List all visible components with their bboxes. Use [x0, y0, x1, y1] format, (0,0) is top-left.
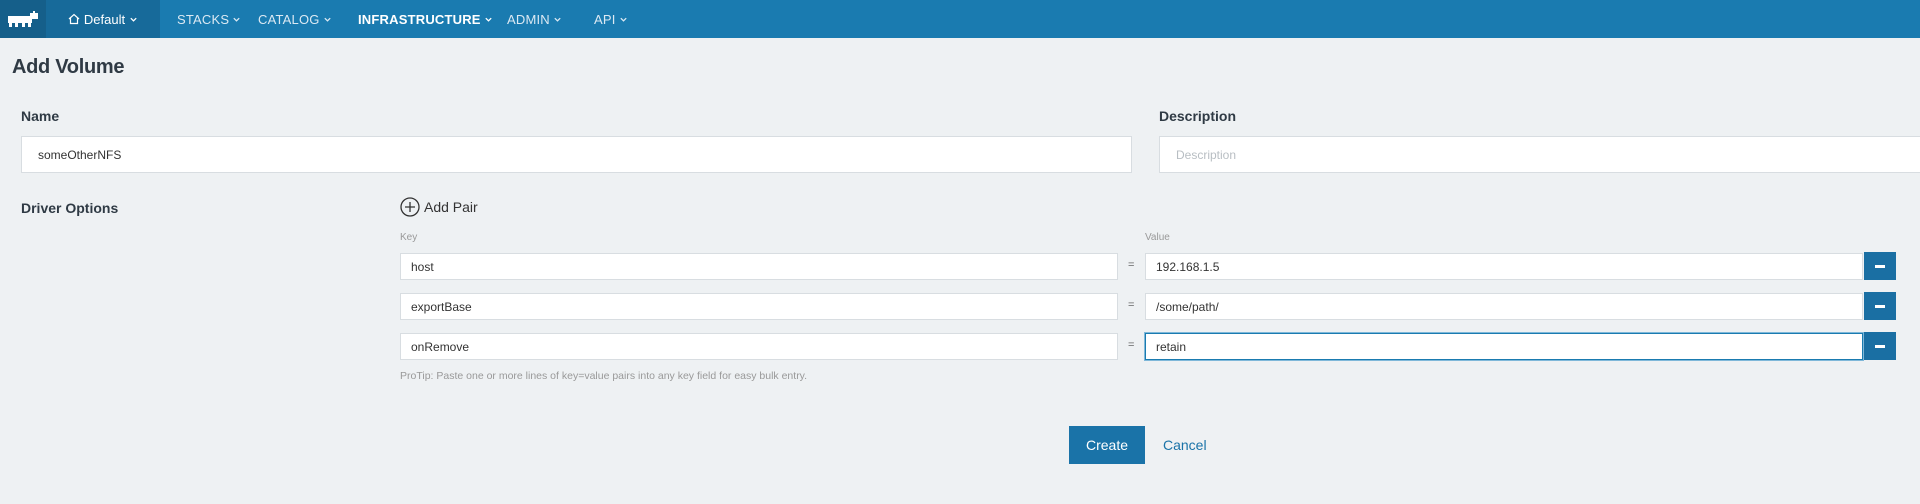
- minus-icon: [1875, 304, 1885, 308]
- equals-separator: =: [1128, 299, 1135, 311]
- page-title: Add Volume: [12, 56, 125, 78]
- nav-admin-label: ADMIN: [507, 11, 550, 27]
- add-pair-label: Add Pair: [424, 199, 478, 215]
- add-pair-button[interactable]: Add Pair: [400, 197, 478, 217]
- value-column-header: Value: [1145, 232, 1170, 243]
- rancher-logo[interactable]: [0, 0, 46, 38]
- key-input[interactable]: onRemove: [400, 333, 1118, 360]
- home-icon: [68, 13, 80, 25]
- nav-catalog-label: CATALOG: [258, 11, 320, 27]
- key-input[interactable]: host: [400, 253, 1118, 280]
- driver-options-label: Driver Options: [21, 200, 119, 216]
- nav-api-label: API: [594, 11, 616, 27]
- top-nav: Default STACKS CATALOG INFRASTRUCTURE AD…: [0, 0, 1920, 38]
- equals-separator: =: [1128, 339, 1135, 351]
- protip-text: ProTip: Paste one or more lines of key=v…: [400, 370, 808, 382]
- create-button[interactable]: Create: [1069, 426, 1145, 464]
- minus-icon: [1875, 264, 1885, 268]
- name-label: Name: [21, 108, 60, 124]
- plus-circle-icon: [400, 197, 420, 217]
- chevron-down-icon: [619, 17, 627, 22]
- chevron-down-icon: [233, 17, 240, 22]
- value-input[interactable]: 192.168.1.5: [1145, 253, 1863, 280]
- minus-icon: [1875, 344, 1885, 348]
- description-input[interactable]: Description: [1159, 136, 1920, 173]
- remove-pair-button[interactable]: [1864, 292, 1896, 320]
- key-input[interactable]: exportBase: [400, 293, 1118, 320]
- remove-pair-button[interactable]: [1864, 332, 1896, 360]
- chevron-down-icon: [130, 17, 137, 22]
- nav-stacks-label: STACKS: [177, 11, 230, 27]
- nav-infrastructure[interactable]: INFRASTRUCTURE: [358, 0, 493, 38]
- chevron-down-icon: [323, 17, 331, 22]
- chevron-down-icon: [485, 17, 492, 22]
- value-input[interactable]: retain: [1145, 333, 1863, 360]
- remove-pair-button[interactable]: [1864, 252, 1896, 280]
- nav-catalog[interactable]: CATALOG: [258, 0, 332, 38]
- cancel-button[interactable]: Cancel: [1163, 426, 1207, 464]
- environment-name: Default: [83, 11, 126, 27]
- environment-switcher[interactable]: Default: [46, 0, 160, 38]
- nav-infrastructure-label: INFRASTRUCTURE: [358, 11, 481, 27]
- cow-logo-icon: [8, 11, 38, 27]
- nav-admin[interactable]: ADMIN: [507, 0, 562, 38]
- chevron-down-icon: [554, 17, 561, 22]
- description-label: Description: [1159, 108, 1237, 124]
- equals-separator: =: [1128, 259, 1135, 271]
- key-column-header: Key: [400, 232, 418, 243]
- name-input[interactable]: someOtherNFS: [21, 136, 1132, 173]
- nav-stacks[interactable]: STACKS: [177, 0, 241, 38]
- nav-api[interactable]: API: [594, 0, 628, 38]
- value-input[interactable]: /some/path/: [1145, 293, 1863, 320]
